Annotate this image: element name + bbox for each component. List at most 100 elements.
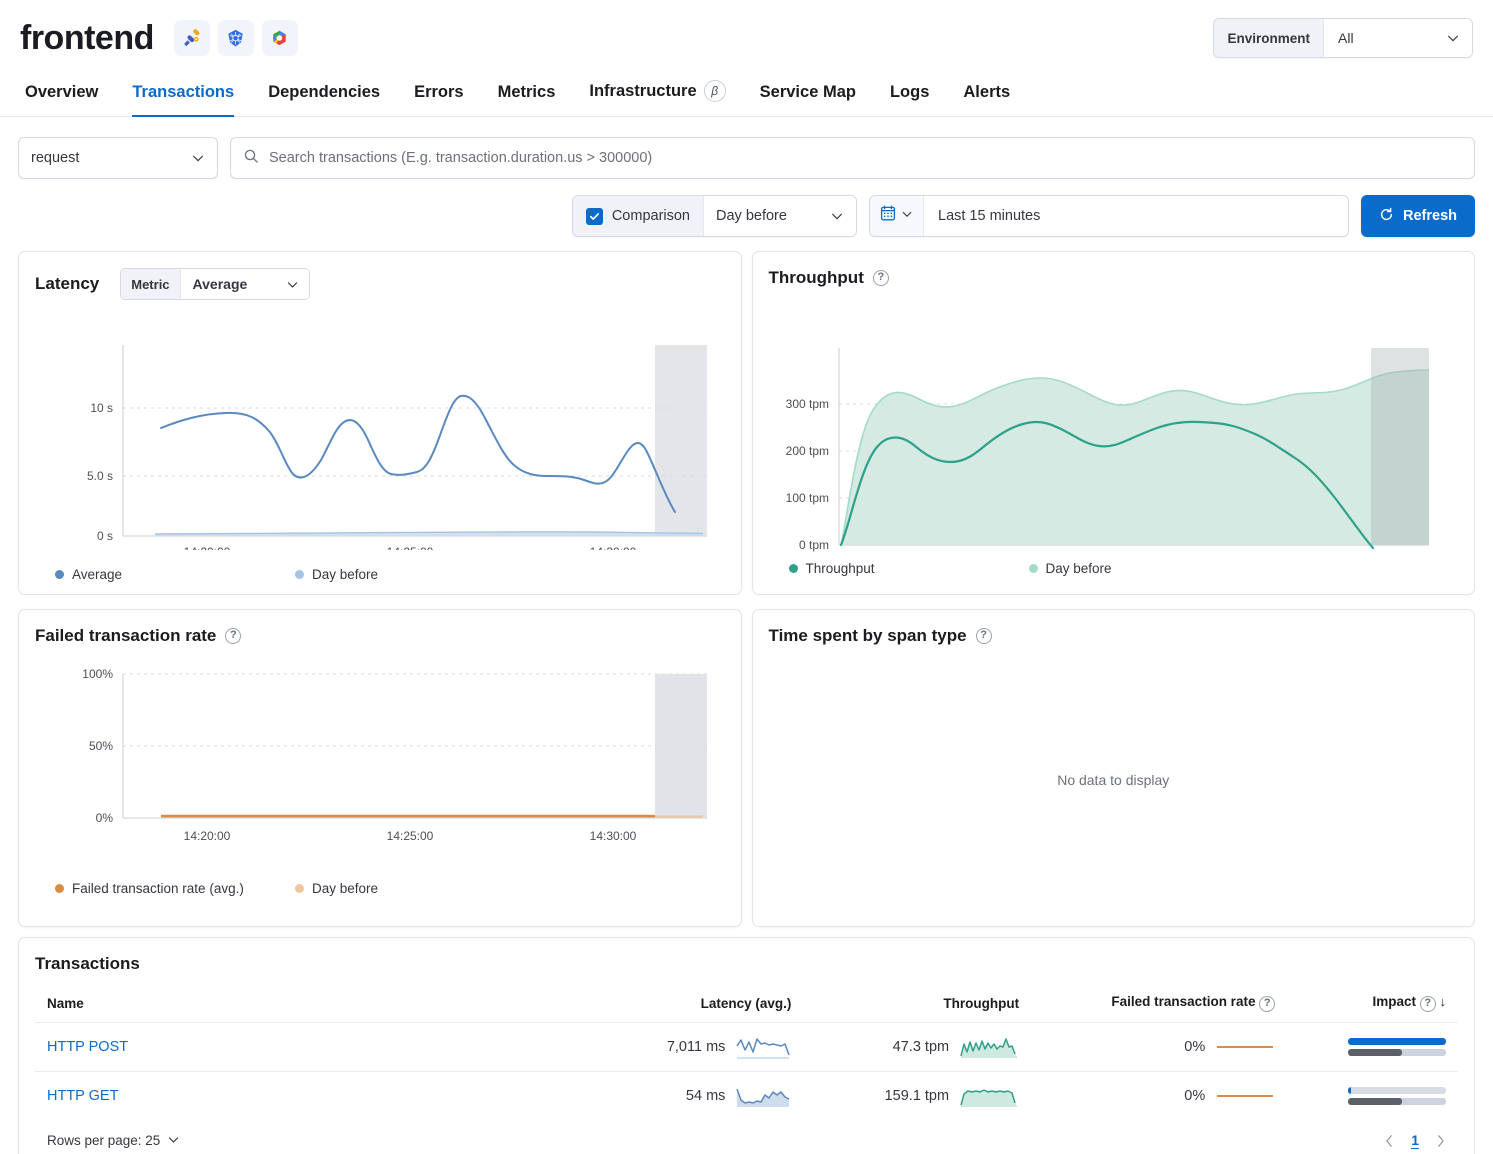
tab-alerts[interactable]: Alerts	[946, 83, 1027, 116]
legend-item-day-before[interactable]: Day before	[295, 567, 378, 582]
tab-transactions[interactable]: Transactions	[115, 83, 251, 116]
tab-errors[interactable]: Errors	[397, 83, 481, 116]
page-header: frontend	[0, 0, 1493, 58]
failed-rate-sparkline	[1215, 1090, 1275, 1102]
throughput-value: 47.3 tpm	[893, 1039, 949, 1055]
transaction-link[interactable]: HTTP POST	[47, 1039, 128, 1055]
opentelemetry-icon[interactable]	[174, 20, 210, 56]
latency-metric-select[interactable]: Metric Average	[120, 268, 309, 300]
latency-chart[interactable]: 10 s 5.0 s 0 s 14:20:00 14:25:00 14:30:0…	[35, 300, 725, 555]
refresh-button[interactable]: Refresh	[1361, 195, 1475, 237]
comparison-select[interactable]: Day before	[704, 196, 856, 236]
failed-rate-title: Failed transaction rate	[35, 626, 216, 646]
time-controls-row: Comparison Day before	[0, 179, 1493, 237]
comparison-checkbox[interactable]: Comparison	[573, 196, 704, 236]
latency-panel-header: Latency Metric Average	[35, 268, 725, 300]
next-page-button[interactable]	[1435, 1134, 1446, 1148]
svg-text:14:25:00: 14:25:00	[387, 829, 434, 843]
previous-page-button[interactable]	[1384, 1134, 1395, 1148]
impact-bar-current	[1348, 1038, 1446, 1045]
column-header-throughput[interactable]: Throughput	[803, 988, 1031, 1023]
failed-transaction-rate-panel: Failed transaction rate ? 100% 50% 0% 14…	[18, 609, 742, 927]
tab-logs[interactable]: Logs	[873, 83, 946, 116]
transactions-table-title: Transactions	[35, 954, 1458, 974]
column-header-label: Failed transaction rate	[1111, 994, 1255, 1009]
latency-title: Latency	[35, 274, 99, 294]
table-footer: Rows per page: 25 1	[35, 1120, 1458, 1154]
throughput-sparkline	[959, 1083, 1019, 1109]
comparison-control: Comparison Day before	[572, 195, 857, 237]
table-row[interactable]: HTTP GET 54 ms 159.1 tpm	[35, 1072, 1458, 1121]
google-cloud-icon[interactable]	[262, 20, 298, 56]
column-header-latency[interactable]: Latency (avg.)	[576, 988, 804, 1023]
charts-row-2: Failed transaction rate ? 100% 50% 0% 14…	[0, 595, 1493, 927]
tab-label: Service Map	[760, 83, 856, 102]
svg-text:14:20:00: 14:20:00	[184, 545, 231, 550]
chevron-down-icon	[1428, 31, 1460, 45]
search-input[interactable]	[269, 150, 1462, 166]
legend-item-day-before[interactable]: Day before	[295, 881, 378, 896]
latency-sparkline	[735, 1034, 791, 1060]
help-icon[interactable]: ?	[225, 628, 241, 644]
svg-text:10 s: 10 s	[90, 401, 113, 415]
latency-value: 7,011 ms	[667, 1039, 726, 1055]
legend-label: Day before	[312, 881, 378, 896]
column-header-name[interactable]: Name	[35, 988, 576, 1023]
column-header-impact[interactable]: Impact ? ↓	[1287, 988, 1458, 1023]
legend-item-failed-rate[interactable]: Failed transaction rate (avg.)	[55, 881, 295, 896]
tab-label: Errors	[414, 83, 464, 102]
legend-item-throughput[interactable]: Throughput	[789, 561, 1029, 576]
help-icon[interactable]: ?	[873, 270, 889, 286]
impact-bars	[1348, 1038, 1446, 1056]
chevron-down-icon	[191, 151, 205, 165]
tab-infrastructure[interactable]: Infrastructure β	[572, 80, 742, 116]
calendar-icon	[880, 205, 896, 227]
help-icon[interactable]: ?	[1420, 996, 1436, 1012]
date-range-value: Last 15 minutes	[938, 208, 1040, 224]
table-header-row: Name Latency (avg.) Throughput Failed tr…	[35, 988, 1458, 1023]
legend-item-day-before[interactable]: Day before	[1029, 561, 1112, 576]
rows-per-page-select[interactable]: Rows per page: 25	[47, 1133, 180, 1149]
page-number-1[interactable]: 1	[1411, 1132, 1419, 1149]
kubernetes-icon[interactable]	[218, 20, 254, 56]
environment-value-text: All	[1338, 30, 1354, 46]
tab-overview[interactable]: Overview	[20, 83, 115, 116]
refresh-icon	[1379, 207, 1394, 226]
search-icon	[243, 148, 259, 169]
failed-transaction-rate-chart[interactable]: 100% 50% 0% 14:20:00 14:25:00 14:30:00	[35, 660, 725, 875]
throughput-value: 159.1 tpm	[885, 1088, 950, 1104]
cell-failed-rate: 0%	[1031, 1023, 1287, 1072]
tab-service-map[interactable]: Service Map	[743, 83, 873, 116]
rows-per-page-label: Rows per page: 25	[47, 1133, 160, 1148]
transaction-link[interactable]: HTTP GET	[47, 1088, 118, 1104]
svg-text:0%: 0%	[96, 811, 114, 825]
date-range-display[interactable]: Last 15 minutes	[924, 196, 1348, 236]
environment-value[interactable]: All	[1324, 19, 1472, 57]
calendar-quick-select-button[interactable]	[870, 196, 924, 236]
table-row[interactable]: HTTP POST 7,011 ms 47.3 t	[35, 1023, 1458, 1072]
help-icon[interactable]: ?	[1259, 996, 1275, 1012]
help-icon[interactable]: ?	[976, 628, 992, 644]
environment-selector[interactable]: Environment All	[1213, 18, 1473, 58]
svg-text:50%: 50%	[89, 739, 113, 753]
tab-metrics[interactable]: Metrics	[481, 83, 573, 116]
legend-label: Average	[72, 567, 122, 582]
throughput-title: Throughput	[769, 268, 864, 288]
tab-dependencies[interactable]: Dependencies	[251, 83, 397, 116]
failed-rate-value: 0%	[1184, 1039, 1205, 1055]
time-spent-by-span-type-panel: Time spent by span type ? No data to dis…	[752, 609, 1476, 927]
metric-value[interactable]: Average	[181, 269, 309, 299]
span-type-empty-state: No data to display	[769, 646, 1459, 914]
column-header-failed-rate[interactable]: Failed transaction rate ?	[1031, 988, 1287, 1023]
search-bar[interactable]	[230, 137, 1475, 179]
legend-color-dot	[295, 570, 304, 579]
failed-rate-sparkline	[1215, 1041, 1275, 1053]
legend-item-average[interactable]: Average	[55, 567, 295, 582]
transaction-type-select[interactable]: request	[18, 137, 218, 179]
svg-text:0 tpm: 0 tpm	[798, 538, 828, 552]
throughput-chart[interactable]: 300 tpm 200 tpm 100 tpm 0 tpm 14:20:00 1…	[769, 306, 1459, 561]
pagination: 1	[1384, 1132, 1446, 1149]
refresh-label: Refresh	[1403, 208, 1457, 224]
svg-text:14:25:00: 14:25:00	[387, 545, 434, 550]
svg-text:100 tpm: 100 tpm	[785, 491, 828, 505]
